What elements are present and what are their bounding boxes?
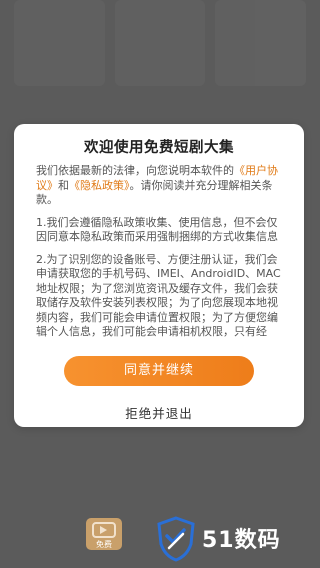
privacy-policy-link[interactable]: 《隐私政策》 (69, 179, 130, 192)
reject-exit-button[interactable]: 拒绝并退出 (14, 403, 304, 422)
intro-text: 我们依据最新的法律，向您说明本软件的 (36, 164, 234, 177)
intro-paragraph: 我们依据最新的法律，向您说明本软件的《用户协议》和《隐私政策》。请你阅读并充分理… (36, 164, 282, 208)
bottom-nav-label: 免费 (96, 540, 112, 549)
policy-paragraph-1: 1.我们会遵循隐私政策收集、使用信息，但不会仅因同意本隐私政策而采用强制捆绑的方… (36, 215, 278, 244)
bottom-nav-free-tab[interactable]: 免费 (86, 518, 122, 550)
watermark-text: 51数码 (202, 528, 281, 553)
privacy-dialog: 欢迎使用免费短剧大集 我们依据最新的法律，向您说明本软件的《用户协议》和《隐私政… (14, 124, 304, 427)
and-text: 和 (58, 178, 69, 192)
play-icon (100, 526, 107, 534)
agree-continue-button[interactable]: 同意并继续 (64, 356, 254, 386)
watermark: 51数码 (156, 514, 316, 564)
policy-paragraph-2: 2.为了识别您的设备账号、方便注册认证，我们会申请获取您的手机号码、IMEI、A… (36, 252, 281, 338)
shield-logo-icon (157, 516, 195, 562)
policy-text-scroll[interactable]: 我们依据最新的法律，向您说明本软件的《用户协议》和《隐私政策》。请你阅读并充分理… (36, 164, 282, 337)
dialog-title: 欢迎使用免费短剧大集 (84, 140, 234, 156)
